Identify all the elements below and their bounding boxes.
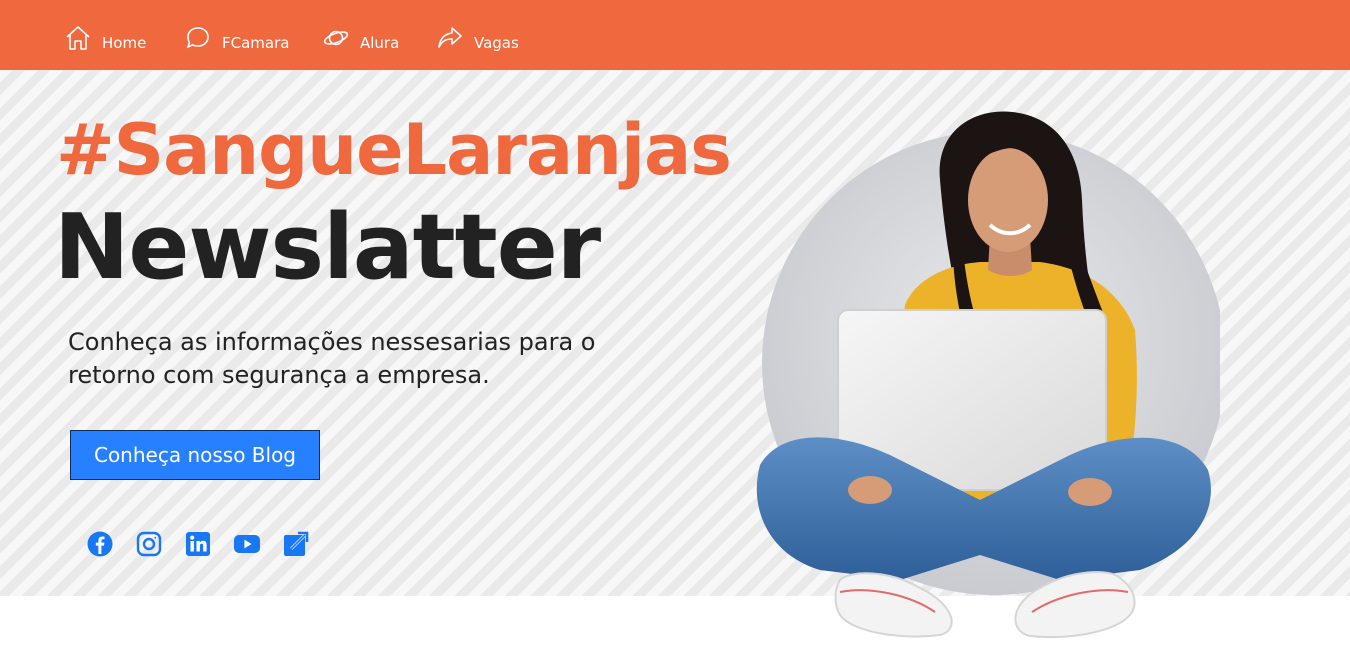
nav-item-home[interactable]: Home (64, 18, 146, 54)
facebook-icon[interactable] (86, 530, 114, 558)
top-navbar: Home FCamara Alura Vagas (0, 0, 1350, 70)
chat-icon (184, 24, 214, 54)
nav-item-vagas[interactable]: Vagas (436, 18, 519, 54)
nav-label: Home (102, 34, 147, 52)
hero-title: Newslatter (54, 195, 601, 300)
planet-icon (322, 24, 352, 54)
social-links (86, 530, 331, 558)
hero-hashtag: #SangueLaranjas (56, 109, 732, 191)
instagram-icon[interactable] (135, 530, 163, 558)
share-arrow-icon (436, 24, 466, 54)
nav-label: Alura (360, 34, 400, 52)
face (968, 148, 1048, 252)
nav-label: Vagas (474, 34, 519, 52)
linkedin-icon[interactable] (184, 530, 212, 558)
nav-item-fcamara[interactable]: FCamara (184, 18, 289, 54)
blog-cta-button[interactable]: Conheça nosso Blog (70, 430, 320, 480)
youtube-icon[interactable] (233, 530, 261, 558)
external-link-icon[interactable] (282, 530, 310, 558)
nav-item-alura[interactable]: Alura (322, 18, 399, 54)
nav-label: FCamara (222, 34, 290, 52)
hero-description: Conheça as informações nessesarias para … (68, 328, 596, 389)
hero-illustration (756, 111, 1220, 639)
home-icon (64, 24, 94, 54)
